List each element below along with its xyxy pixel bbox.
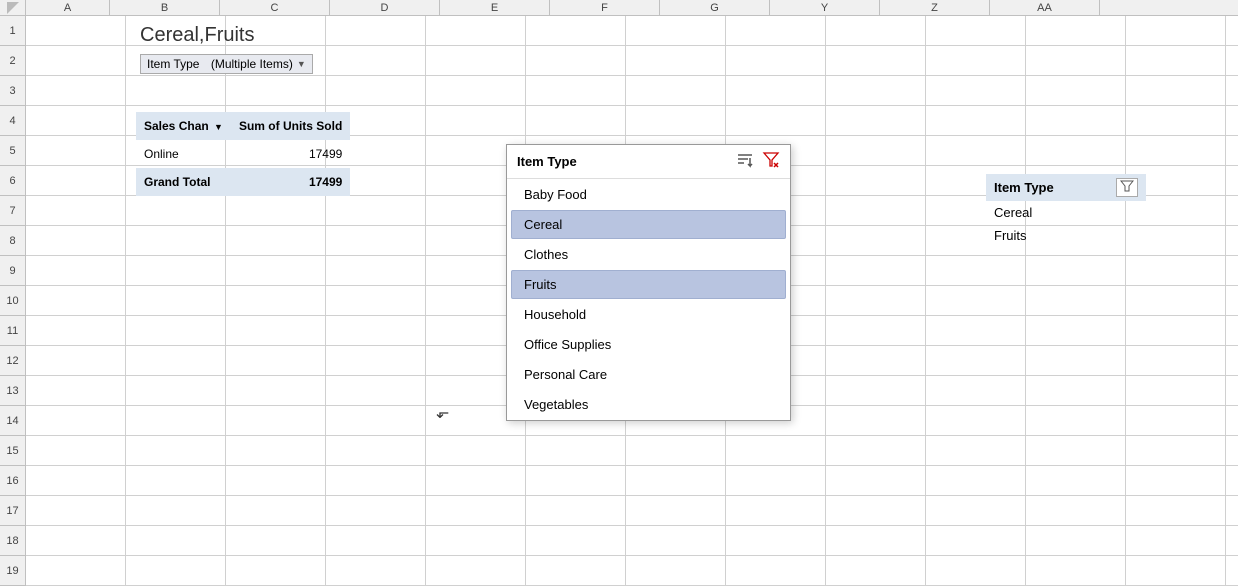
pivot-data-row-online: Online 17499 [136,140,350,168]
grid-body: 1 2 3 4 5 6 7 8 9 10 11 12 13 14 15 16 1… [0,16,1238,586]
filter-label: Item Type [147,57,199,71]
pivot-table-element: Sales Chan ▼ Sum of Units Sold Online 17… [136,112,350,196]
col-header-d[interactable]: D [330,0,440,15]
row-header-17[interactable]: 17 [0,496,25,526]
filter-row: Item Type (Multiple Items) ▼ [136,50,317,78]
filter-dropdown-arrow[interactable]: ▼ [297,59,306,69]
col-header-b[interactable]: B [110,0,220,15]
corner-cell [0,0,26,15]
col-header-aa[interactable]: AA [990,0,1100,15]
row-header-15[interactable]: 15 [0,436,25,466]
row-header-10[interactable]: 10 [0,286,25,316]
slicer-panel: Item Type Cereal Fruits [986,174,1146,247]
col-header-e[interactable]: E [440,0,550,15]
filter-value: (Multiple Items) [211,57,293,71]
spreadsheet: A B C D E F G Y Z AA 1 2 3 4 5 6 7 8 9 1… [0,0,1238,586]
row-header-8[interactable]: 8 [0,226,25,256]
column-headers-row: A B C D E F G Y Z AA [0,0,1238,16]
pivot-col1-header[interactable]: Sales Chan ▼ [136,112,231,140]
col-header-f[interactable]: F [550,0,660,15]
row-header-7[interactable]: 7 [0,196,25,226]
filter-sort-button[interactable] [736,152,754,171]
row-header-3[interactable]: 3 [0,76,25,106]
row-header-13[interactable]: 13 [0,376,25,406]
filter-item-officesupplies[interactable]: Office Supplies [511,330,786,359]
row-header-16[interactable]: 16 [0,466,25,496]
pivot-table: Sales Chan ▼ Sum of Units Sold Online 17… [136,112,350,196]
slicer-filter-icon [1120,180,1134,192]
filter-item-personalcare[interactable]: Personal Care [511,360,786,389]
row-header-5[interactable]: 5 [0,136,25,166]
grid-content: Cereal,Fruits Item Type (Multiple Items)… [26,16,1238,586]
slicer-header: Item Type [986,174,1146,201]
row-header-18[interactable]: 18 [0,526,25,556]
row-header-19[interactable]: 19 [0,556,25,586]
slicer-item-cereal[interactable]: Cereal [986,201,1146,224]
row-header-4[interactable]: 4 [0,106,25,136]
filter-popup: Item Type [506,144,791,421]
pivot-total-value: 17499 [231,168,350,196]
row-header-2[interactable]: 2 [0,46,25,76]
filter-items-list[interactable]: Baby Food Cereal Clothes Fruits Househol… [507,179,790,420]
pivot-total-label: Grand Total [136,168,231,196]
slicer-item-fruits[interactable]: Fruits [986,224,1146,247]
pivot-row-label-online: Online [136,140,231,168]
col-header-y[interactable]: Y [770,0,880,15]
filter-popup-title: Item Type [517,154,577,169]
col-header-c[interactable]: C [220,0,330,15]
pivot-total-row: Grand Total 17499 [136,168,350,196]
item-type-filter-button[interactable]: Item Type (Multiple Items) ▼ [140,54,313,74]
row-headers: 1 2 3 4 5 6 7 8 9 10 11 12 13 14 15 16 1… [0,16,26,586]
slicer-title: Item Type [994,180,1054,195]
clear-filter-icon [762,151,780,169]
row-header-1[interactable]: 1 [0,16,25,46]
filter-item-fruits[interactable]: Fruits [511,270,786,299]
sort-icon [736,152,754,168]
col-header-a[interactable]: A [26,0,110,15]
row-header-14[interactable]: 14 [0,406,25,436]
filter-item-cereal[interactable]: Cereal [511,210,786,239]
filter-clear-button[interactable] [762,151,780,172]
filter-item-clothes[interactable]: Clothes [511,240,786,269]
pivot-header-row: Sales Chan ▼ Sum of Units Sold [136,112,350,140]
col-header-z[interactable]: Z [880,0,990,15]
filter-item-babyfood[interactable]: Baby Food [511,180,786,209]
pivot-row-value-online: 17499 [231,140,350,168]
filter-item-vegetables[interactable]: Vegetables [511,390,786,419]
row-header-11[interactable]: 11 [0,316,25,346]
slicer-filter-button[interactable] [1116,178,1138,197]
row-header-9[interactable]: 9 [0,256,25,286]
spreadsheet-title: Cereal,Fruits [136,20,258,50]
col-header-g[interactable]: G [660,0,770,15]
filter-popup-header: Item Type [507,145,790,179]
row-header-12[interactable]: 12 [0,346,25,376]
row-header-6[interactable]: 6 [0,166,25,196]
filter-popup-icons [736,151,780,172]
pivot-dropdown-icon[interactable]: ▼ [214,122,223,132]
filter-item-household[interactable]: Household [511,300,786,329]
pivot-col2-header: Sum of Units Sold [231,112,350,140]
